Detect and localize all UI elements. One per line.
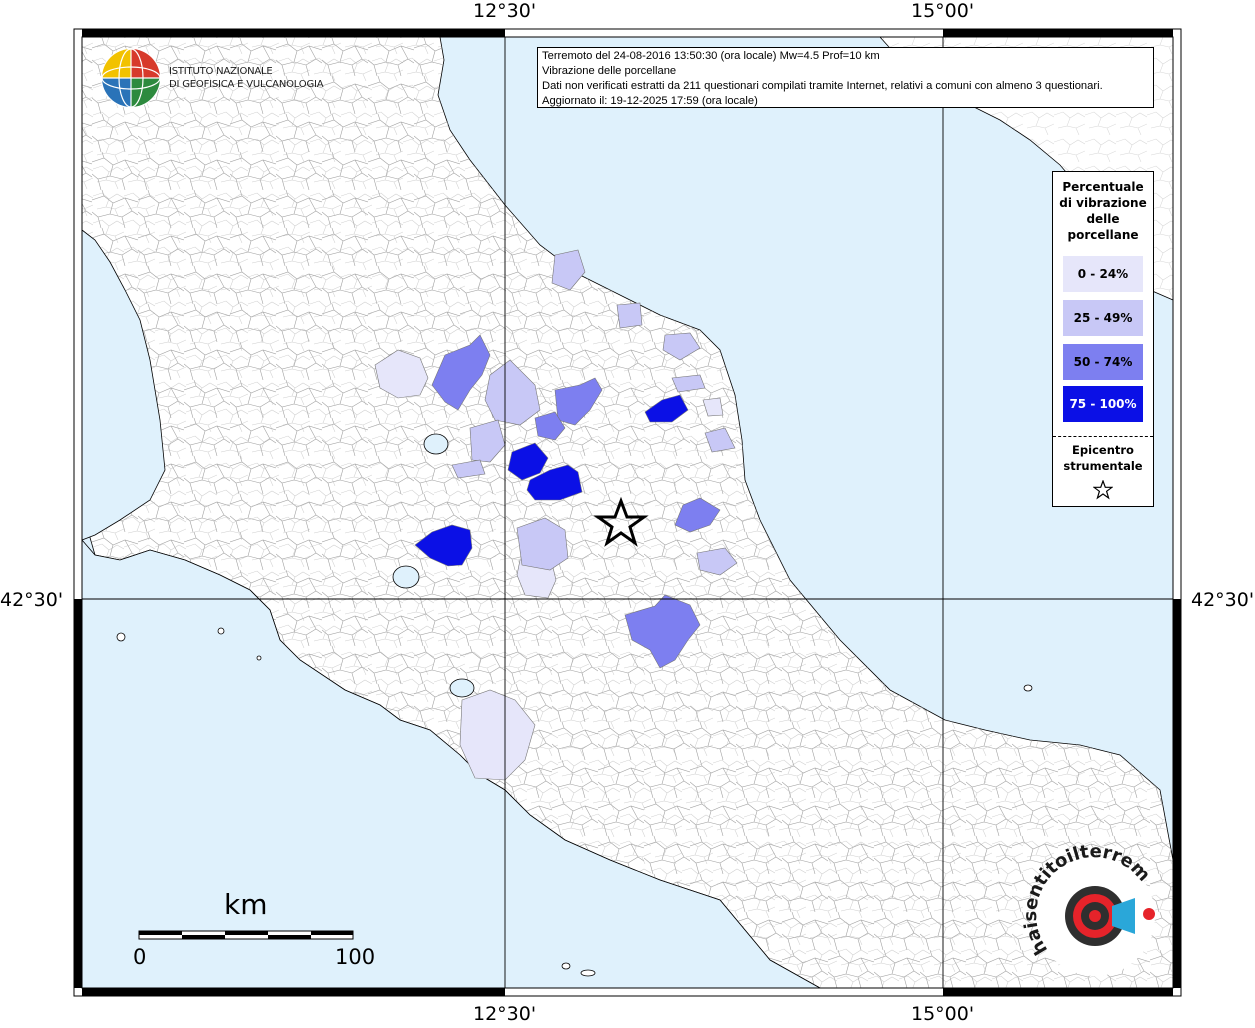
lon-label-top-right: 15°00' (911, 0, 975, 22)
legend-epicenter-line: strumentale (1063, 459, 1143, 473)
event-info-box: Terremoto del 24-08-2016 13:50:30 (ora l… (537, 47, 1154, 108)
lon-label-top-left: 12°30' (473, 0, 537, 22)
legend-epicenter-line: Epicentro (1072, 443, 1134, 457)
data-note: Dati non verificati estratti da 211 ques… (542, 80, 1103, 92)
event-title: Terremoto del 24-08-2016 13:50:30 (ora l… (542, 50, 880, 62)
lon-label-bottom-right: 15°00' (911, 1003, 975, 1025)
legend-divider (1053, 436, 1153, 437)
legend-title-line: di vibrazione (1059, 196, 1147, 210)
scale-bar (138, 930, 354, 940)
update-timestamp: Aggiornato il: 19-12-2025 17:59 (ora loc… (542, 95, 758, 107)
legend-class-50-74: 50 - 74% (1063, 344, 1143, 380)
lon-label-bottom-left: 12°30' (473, 1003, 537, 1025)
legend-title: Percentuale di vibrazione delle porcella… (1053, 179, 1153, 243)
legend-class-75-100: 75 - 100% (1063, 386, 1143, 422)
municipality-25-49 (616, 302, 643, 329)
scale-max-label: 100 (335, 945, 376, 969)
legend-class-0-24: 0 - 24% (1063, 256, 1143, 292)
star-icon (1093, 480, 1113, 500)
scale-min-label: 0 (133, 945, 147, 969)
map-figure: haisentitoilterremoto.it 12°30' 15°00' 1… (0, 0, 1255, 1025)
map-canvas: haisentitoilterremoto.it (0, 0, 1182, 997)
legend-class-25-49: 25 - 49% (1063, 300, 1143, 336)
lat-label-left: 42°30' (0, 589, 64, 611)
map-subject: Vibrazione delle porcellane (542, 65, 677, 77)
ingv-logo-text: ISTITUTO NAZIONALE DI GEOFISICA E VULCAN… (169, 65, 324, 91)
legend: Percentuale di vibrazione delle porcella… (1052, 171, 1154, 507)
legend-title-line: porcellane (1067, 228, 1139, 242)
legend-title-line: delle (1086, 212, 1120, 226)
ingv-line-1: ISTITUTO NAZIONALE (169, 66, 273, 77)
scale-unit-label: km (224, 888, 268, 921)
legend-epicenter-title: Epicentro strumentale (1053, 442, 1153, 474)
lat-label-right: 42°30' (1191, 589, 1255, 611)
ingv-line-2: DI GEOFISICA E VULCANOLOGIA (169, 79, 324, 90)
ingv-logo-icon (101, 48, 161, 108)
legend-title-line: Percentuale (1062, 180, 1144, 194)
